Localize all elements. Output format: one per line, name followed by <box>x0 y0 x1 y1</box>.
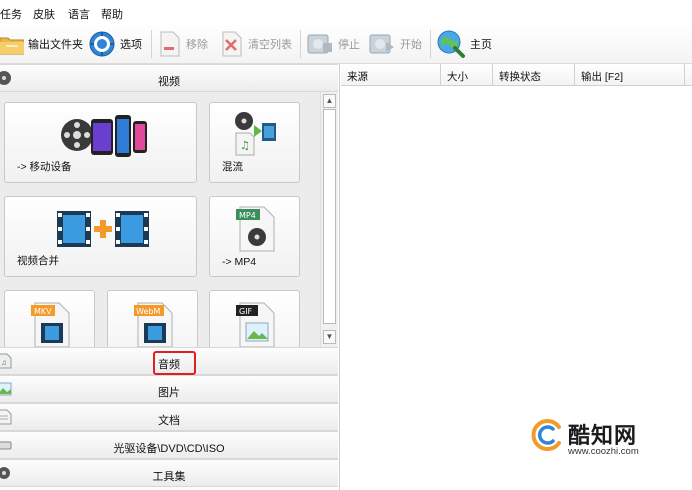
menu-language[interactable]: 语言 <box>68 6 90 22</box>
mkv-file-icon: MKV <box>31 302 70 347</box>
tile-mux[interactable]: ♫ 混流 <box>209 102 300 183</box>
remove-file-icon <box>160 31 180 57</box>
scroll-up-arrow[interactable]: ▲ <box>323 94 336 108</box>
column-output[interactable]: 输出 [F2] <box>575 64 685 86</box>
mux-icon: ♫ <box>235 112 276 156</box>
column-extra <box>685 64 692 86</box>
options-button[interactable]: 选项 <box>88 28 142 60</box>
menu-bar: 任务 皮肤 语言 帮助 <box>0 0 692 24</box>
clear-list-icon <box>222 31 242 57</box>
tile-video-merge[interactable]: 视频合并 <box>4 196 197 277</box>
category-document-label: 文档 <box>158 415 180 427</box>
mp4-file-icon: MP4 <box>236 206 275 252</box>
mkv-badge: MKV <box>34 307 52 316</box>
menu-help[interactable]: 帮助 <box>101 6 123 22</box>
svg-text:♫: ♫ <box>240 139 250 152</box>
output-folder-label: 输出文件夹 <box>28 39 83 51</box>
video-merge-icon <box>57 211 149 247</box>
tile-mp4-label: -> MP4 <box>222 256 257 268</box>
mp4-badge: MP4 <box>239 211 256 220</box>
tile-gif[interactable]: GIF <box>209 290 300 347</box>
home-label: 主页 <box>470 39 492 51</box>
stop-label: 停止 <box>338 39 360 51</box>
category-panel: 视频 -> 移动设备 ♫ 混流 视频合并 MP4 -> MP4 MKV WebM… <box>0 64 340 490</box>
menu-skin[interactable]: 皮肤 <box>33 6 55 22</box>
task-list-panel: 来源 大小 转换状态 输出 [F2] <box>341 64 692 490</box>
toolbar-separator <box>300 30 301 58</box>
category-image-label: 图片 <box>158 387 180 399</box>
folder-icon <box>0 37 24 55</box>
mobile-devices-icon <box>61 115 147 157</box>
options-label: 选项 <box>120 39 142 51</box>
webm-file-icon: WebM <box>134 302 173 347</box>
category-tools[interactable]: 工具集 <box>0 459 338 487</box>
category-rom-label: 光驱设备\DVD\CD\ISO <box>113 443 225 455</box>
remove-label: 移除 <box>186 39 208 51</box>
tile-mp4[interactable]: MP4 -> MP4 <box>209 196 300 277</box>
category-document[interactable]: 文档 <box>0 403 338 431</box>
stop-button[interactable]: 停止 <box>306 28 360 60</box>
category-video-label: 视频 <box>158 76 180 88</box>
stop-icon <box>307 34 332 54</box>
remove-button[interactable]: 移除 <box>158 28 208 60</box>
tile-mkv[interactable]: MKV <box>4 290 95 347</box>
gif-badge: GIF <box>239 307 253 316</box>
column-size[interactable]: 大小 <box>441 64 493 86</box>
tile-mobile-label: -> 移动设备 <box>17 161 72 173</box>
start-button[interactable]: 开始 <box>368 28 422 60</box>
menu-task[interactable]: 任务 <box>0 6 22 22</box>
clear-list-label: 清空列表 <box>248 39 292 51</box>
webm-badge: WebM <box>136 307 160 316</box>
column-status[interactable]: 转换状态 <box>493 64 575 86</box>
category-video[interactable]: 视频 <box>0 64 338 92</box>
start-label: 开始 <box>400 39 422 51</box>
toolbar-separator <box>151 30 152 58</box>
toolbar-separator <box>430 30 431 58</box>
globe-icon <box>437 30 465 58</box>
tile-mux-label: 混流 <box>222 161 243 173</box>
toolbar: 输出文件夹 选项 移除 清空列表 停止 开始 主页 <box>0 24 692 64</box>
category-rom-device[interactable]: 光驱设备\DVD\CD\ISO <box>0 431 338 459</box>
coozhi-logo-icon <box>531 419 561 451</box>
tile-merge-label: 视频合并 <box>17 255 59 267</box>
clear-list-button[interactable]: 清空列表 <box>220 28 292 60</box>
scroll-down-arrow[interactable]: ▼ <box>323 330 336 344</box>
tile-mobile-device[interactable]: -> 移动设备 <box>4 102 197 183</box>
tiles-scrollbar[interactable]: ▲ ▼ <box>320 92 338 347</box>
scrollbar-thumb[interactable] <box>323 109 336 324</box>
video-tiles-area: -> 移动设备 ♫ 混流 视频合并 MP4 -> MP4 MKV WebM GI… <box>0 92 320 347</box>
start-icon <box>369 34 394 54</box>
category-image[interactable]: 图片 <box>0 375 338 403</box>
gif-file-icon: GIF <box>236 302 275 347</box>
tile-webm[interactable]: WebM <box>107 290 198 347</box>
column-source[interactable]: 来源 <box>341 64 441 86</box>
output-folder-button[interactable]: 输出文件夹 <box>0 28 83 60</box>
gear-icon <box>89 31 115 57</box>
watermark-url: www.coozhi.com <box>568 446 639 457</box>
category-tools-label: 工具集 <box>152 471 186 483</box>
home-button[interactable]: 主页 <box>436 28 492 60</box>
audio-highlight-box <box>153 351 196 375</box>
